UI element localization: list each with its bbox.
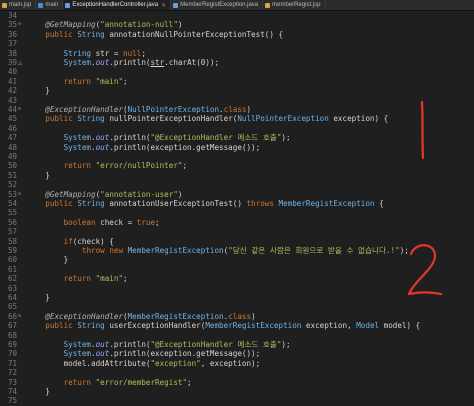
tab-4[interactable]: memberRegist.jsp xyxy=(263,0,326,10)
handwritten-number-2 xyxy=(407,244,443,296)
tab-2[interactable]: ExceptionHandlerController.java ✕ xyxy=(63,0,172,10)
tab-label: ExceptionHandlerController.java xyxy=(72,2,159,8)
tab-label: MemberRegistException.java xyxy=(180,2,259,8)
close-tab-icon[interactable]: ✕ xyxy=(161,2,166,9)
fold-toggle-icon[interactable]: ⊖ xyxy=(18,191,23,197)
tab-label: main xyxy=(45,2,59,8)
tab-label: main.jsp xyxy=(9,2,32,8)
tab-label: memberRegist.jsp xyxy=(272,2,321,8)
fold-toggle-icon[interactable]: ⊖ xyxy=(18,313,23,319)
browser-icon xyxy=(38,2,44,8)
code-line: 75 xyxy=(0,396,474,406)
handwritten-number-1 xyxy=(420,100,425,160)
editor-tab-bar: main.jsp main ExceptionHandlerController.j… xyxy=(0,0,474,11)
line-number: 75 xyxy=(7,396,17,406)
java-file-icon xyxy=(173,2,179,8)
fold-toggle-icon[interactable]: ⊖ xyxy=(18,107,23,112)
tab-0[interactable]: main.jsp xyxy=(0,0,37,10)
java-file-icon xyxy=(65,2,71,8)
code-editor[interactable]: 34 35 ⊖ @GetMapping("annotation-null") 36 p… xyxy=(0,11,474,405)
jsp-file-icon xyxy=(265,2,271,8)
jsp-file-icon xyxy=(2,2,7,8)
warning-icon[interactable]: ⚠ xyxy=(18,59,22,67)
fold-toggle-icon[interactable]: ⊖ xyxy=(18,22,23,27)
tab-1[interactable]: main xyxy=(36,0,64,10)
tab-3[interactable]: MemberRegistException.java xyxy=(171,0,264,10)
